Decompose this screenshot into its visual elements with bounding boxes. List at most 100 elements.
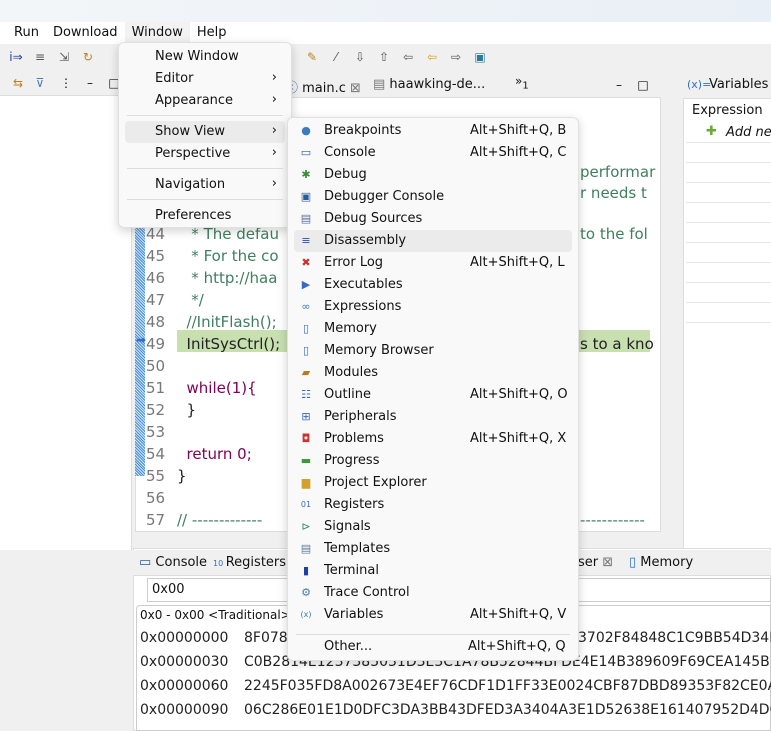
memory-data[interactable]: 8F078 [244,630,288,646]
shortcut-label: Alt+Shift+Q, L [470,255,565,270]
menu-window[interactable]: Window [124,22,190,44]
view-menu-icon[interactable]: ⋮ [58,75,74,91]
menu-item-disassembly[interactable]: ≡ Disassembly [294,230,572,252]
menu-item-peripherals[interactable]: ⊞ Peripherals [294,406,572,428]
modules-icon: ▰ [301,366,311,379]
tab-registers[interactable]: 10 Registers [213,555,286,570]
menu-help[interactable]: Help [190,22,234,44]
menu-item-project-explorer[interactable]: ▆ Project Explorer [294,472,572,494]
expression-column-header: Expression [692,103,763,118]
menu-item-new-window[interactable]: New Window [125,46,285,68]
instruction-pointer-icon: ➡ [136,333,147,347]
variables-row-divider [686,182,771,183]
menu-item-modules[interactable]: ▰ Modules [294,362,572,384]
menu-item-outline[interactable]: ☷ Outline Alt+Shift+Q, O [294,384,572,406]
code-line[interactable]: //InitFlash(); [177,313,277,331]
step-return-icon[interactable]: ⇲ [56,49,72,65]
memory-address: 0x00000060 [140,678,229,694]
code-line[interactable]: * http://haa [177,269,277,287]
filter-icon[interactable]: ⊽ [32,75,48,91]
step-over-icon[interactable]: ≡ [32,49,48,65]
step-into-icon[interactable]: i⇒ [8,49,24,65]
restart-icon[interactable]: ↻ [80,49,96,65]
tabs-overflow[interactable]: »1 [515,74,529,91]
editor-maximize-icon[interactable]: □ [635,77,651,93]
forward-icon[interactable]: ⇨ [448,49,464,65]
next-annotation-icon[interactable]: ⇩ [352,49,368,65]
minimize-icon[interactable]: – [82,75,98,91]
line-number: 47 [146,291,166,309]
menu-item-preferences[interactable]: Preferences [125,205,285,227]
code-fragment: r needs t [580,184,647,202]
menu-item-templates[interactable]: ▤ Templates [294,538,572,560]
back-icon[interactable]: ⇦ [424,49,440,65]
menu-item-terminal[interactable]: ▮ Terminal [294,560,572,582]
menu-item-appearance[interactable]: Appearance › [125,90,285,112]
code-line[interactable]: } [177,401,197,419]
line-number: 57 [146,511,166,529]
menu-item-error-log[interactable]: ✖ Error Log Alt+Shift+Q, L [294,252,572,274]
menu-item-trace-control[interactable]: ⚙ Trace Control [294,582,572,604]
tab-memory-browser[interactable]: ser ⊠ [578,555,613,570]
line-number: 55 [146,467,166,485]
memory-data-tail[interactable]: 3702F84848C1C9BB54D34D [578,630,771,646]
close-icon[interactable]: ⊠ [350,81,361,96]
tab-memory[interactable]: ▯ Memory [629,555,693,570]
code-line[interactable]: while(1){ [177,379,257,397]
trace-control-icon: ⚙ [301,586,311,599]
chevron-right-icon: › [271,123,277,138]
progress-icon: ▬ [300,454,312,467]
menu-item-signals[interactable]: ⊳ Signals [294,516,572,538]
variables-row-divider [686,262,771,263]
menu-item-problems[interactable]: ◘ Problems Alt+Shift+Q, X [294,428,572,450]
menu-item-show-view[interactable]: Show View › [125,121,285,143]
code-line[interactable]: return 0; [177,445,252,463]
rendering-tab[interactable]: 0x0 - 0x00 <Traditional> [140,608,291,622]
menu-item-variables[interactable]: (x) Variables Alt+Shift+Q, V [294,604,572,626]
tab-main-c[interactable]: ⓒ main.c ⊠ [285,77,361,96]
prev-annotation-icon[interactable]: ⇧ [376,49,392,65]
add-new-expression[interactable]: Add new [726,125,771,140]
menu-item-memory[interactable]: ▯ Memory [294,318,572,340]
debug-bug-icon: ✱ [301,168,311,181]
pin-icon[interactable]: ✎ [304,49,320,65]
menu-item-perspective[interactable]: Perspective › [125,143,285,165]
editor-minimize-icon[interactable]: – [611,77,627,93]
signals-icon: ⊳ [301,520,311,533]
menu-item-progress[interactable]: ▬ Progress [294,450,572,472]
chevron-right-icon: › [271,70,277,85]
variables-icon: (x) [300,610,312,619]
menu-item-debug-sources[interactable]: ▤ Debug Sources [294,208,572,230]
registers-icon: 10 [213,559,226,568]
annotation-icon[interactable]: ⁄ [328,49,344,65]
menu-item-executables[interactable]: ▶ Executables [294,274,572,296]
menu-item-debug[interactable]: ✱ Debug [294,164,572,186]
variables-row-divider [686,162,771,163]
code-line[interactable]: * For the co [177,247,278,265]
line-number: 48 [146,313,166,331]
tab-haawking[interactable]: ▤ haawking-de... [373,77,485,92]
code-line[interactable]: InitSysCtrl(); [177,335,281,353]
menu-run[interactable]: Run [0,22,46,44]
last-edit-icon[interactable]: ⇦ [400,49,416,65]
code-line[interactable]: } [177,467,187,485]
menu-item-memory-browser[interactable]: ▯ Memory Browser [294,340,572,362]
menu-item-debugger-console[interactable]: ▣ Debugger Console [294,186,572,208]
memory-data[interactable]: 06C286E01E1D0DFC3DA3BB43DFED3A3404A3E1D5… [244,702,771,718]
code-line[interactable]: // ------------- [177,511,262,529]
menu-item-console[interactable]: ▭ Console Alt+Shift+Q, C [294,142,572,164]
variables-tab[interactable]: (x)= Variables [683,72,771,99]
menu-item-navigation[interactable]: Navigation › [125,174,285,196]
menu-item-registers[interactable]: 01 Registers [294,494,572,516]
menu-item-expressions[interactable]: ∞ Expressions [294,296,572,318]
memory-data[interactable]: 2245F035FD8A002673E4EF76CDF1D1FF33E0024C… [244,678,771,694]
tab-console[interactable]: ▭ Console [139,555,207,570]
sync-icon[interactable]: ⇆ [10,75,26,91]
code-line[interactable]: */ [177,291,204,309]
new-view-icon[interactable]: ▣ [472,49,488,65]
menu-item-other[interactable]: Other... Alt+Shift+Q, Q [294,636,572,658]
menu-item-breakpoints[interactable]: ● Breakpoints Alt+Shift+Q, B [294,120,572,142]
menu-download[interactable]: Download [46,22,125,44]
menu-item-editor[interactable]: Editor › [125,68,285,90]
variables-row-divider [686,222,771,223]
